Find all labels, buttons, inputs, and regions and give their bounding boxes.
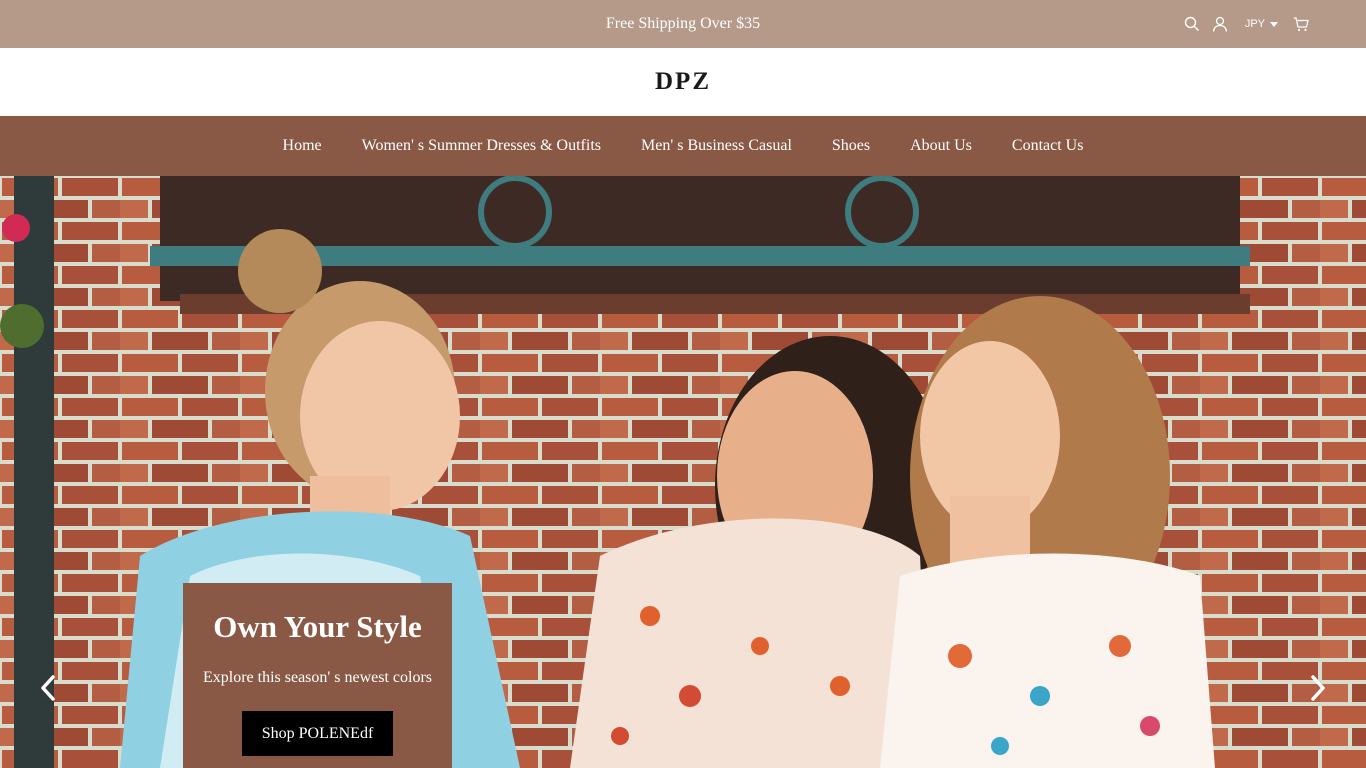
nav-item-mens-business-casual[interactable]: Men' s Business Casual (621, 116, 812, 176)
main-navigation: Home Women' s Summer Dresses & Outfits M… (0, 116, 1366, 176)
logo-row: DPZ (0, 48, 1366, 116)
nav-item-about-us[interactable]: About Us (890, 116, 992, 176)
hero-subtitle: Explore this season' s newest colors (202, 669, 433, 686)
cart-icon[interactable] (1292, 15, 1310, 33)
search-icon[interactable] (1183, 15, 1201, 33)
announcement-bar: Free Shipping Over $35 JPY (0, 0, 1366, 48)
hero-caption-box: Own Your Style Explore this season' s ne… (183, 583, 452, 768)
nav-item-shoes[interactable]: Shoes (812, 116, 890, 176)
site-logo[interactable]: DPZ (0, 48, 1366, 116)
caret-down-icon (1270, 21, 1278, 27)
shop-button[interactable]: Shop POLENEdf (241, 711, 394, 756)
nav-item-contact-us[interactable]: Contact Us (992, 116, 1104, 176)
nav-item-womens-summer-dresses[interactable]: Women' s Summer Dresses & Outfits (342, 116, 621, 176)
user-icon[interactable] (1211, 15, 1229, 33)
chevron-right-icon (1311, 675, 1325, 701)
currency-selector[interactable]: JPY (1239, 18, 1282, 30)
slideshow-prev-button[interactable] (33, 673, 63, 703)
announcement-text: Free Shipping Over $35 (605, 15, 761, 32)
slideshow-next-button[interactable] (1303, 673, 1333, 703)
hero-slideshow: Own Your Style Explore this season' s ne… (0, 176, 1366, 768)
chevron-left-icon (41, 675, 55, 701)
header-icons: JPY (1183, 0, 1310, 48)
nav-item-home[interactable]: Home (263, 116, 342, 176)
hero-title: Own Your Style (213, 609, 422, 644)
currency-label: JPY (1244, 18, 1265, 30)
